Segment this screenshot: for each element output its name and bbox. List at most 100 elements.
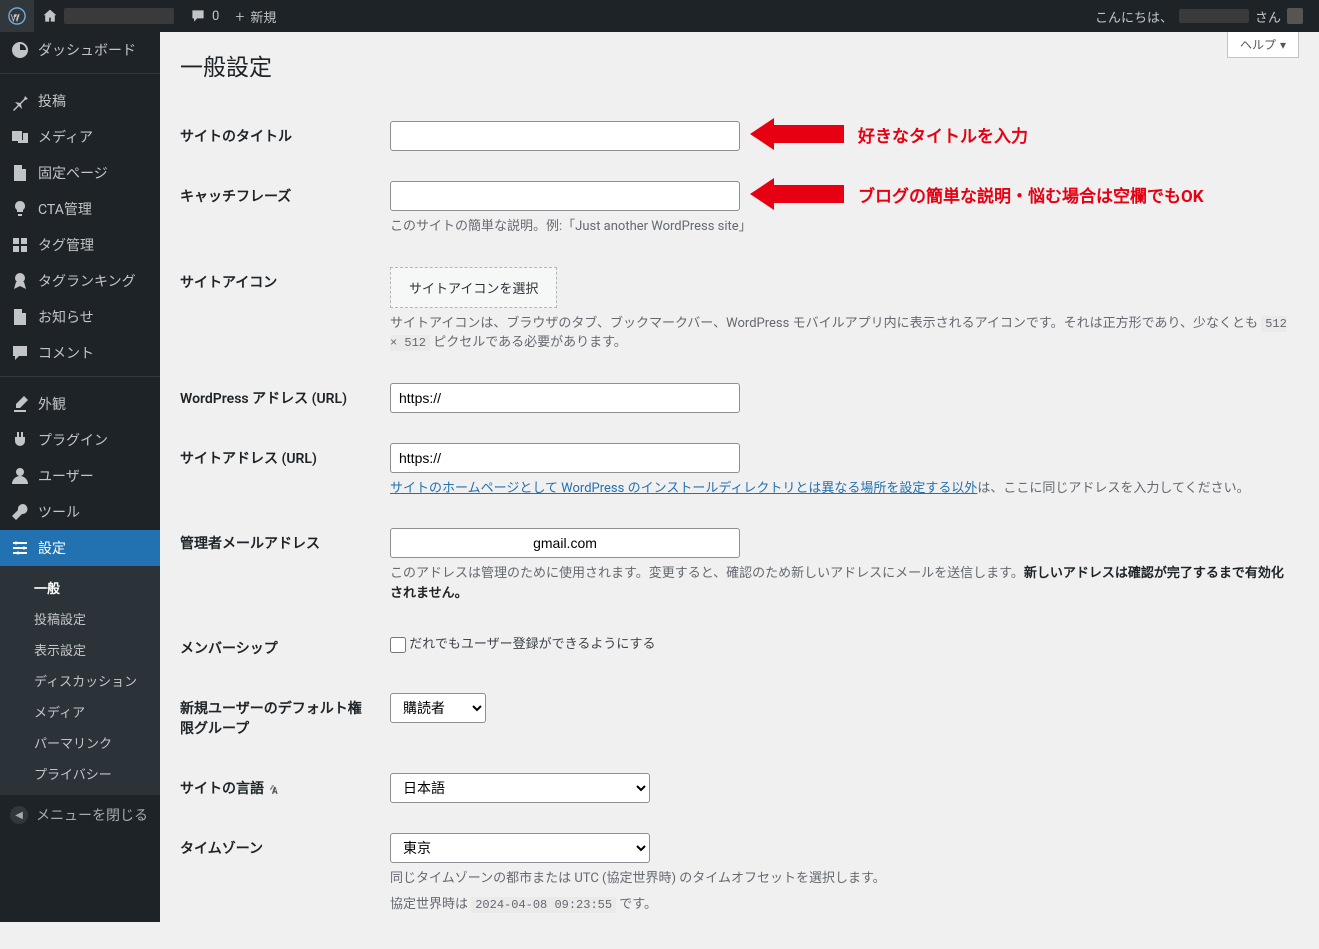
admin-sidebar: ダッシュボード投稿メディア固定ページCTA管理タグ管理タグランキングお知らせコメ… [0, 32, 160, 922]
chevron-down-icon: ▾ [1280, 38, 1286, 52]
timezone-utc: 協定世界時は 2024-04-08 09:23:55 です。 [390, 895, 1289, 915]
media-icon [10, 127, 30, 147]
sidebar-item-label: 固定ページ [38, 163, 108, 183]
comment-icon [190, 8, 206, 24]
collapse-icon: ◀ [10, 806, 28, 824]
new-label: 新規 [250, 7, 276, 26]
select-site-icon-button[interactable]: サイトアイコンを選択 [390, 267, 557, 308]
sidebar-item-3[interactable]: メディア [0, 119, 160, 155]
submenu-item[interactable]: ディスカッション [0, 665, 160, 696]
user-account-link[interactable]: こんにちは、 さん [1087, 0, 1311, 32]
page-icon [10, 163, 30, 183]
site-title-input[interactable] [390, 121, 740, 151]
default-role-label: 新規ユーザーのデフォルト権限グループ [180, 678, 380, 758]
help-label: ヘルプ [1240, 36, 1276, 53]
membership-label: メンバーシップ [180, 618, 380, 678]
page-title: 一般設定 [180, 48, 1299, 82]
wp-logo-menu[interactable] [0, 0, 34, 32]
brush-icon [10, 394, 30, 414]
site-title-label: サイトのタイトル [180, 106, 380, 166]
menu-separator [0, 376, 160, 381]
sidebar-item-6[interactable]: タグ管理 [0, 227, 160, 263]
wordpress-icon [8, 7, 26, 25]
timezone-select[interactable]: 東京 [390, 833, 650, 863]
tagline-description: このサイトの簡単な説明。例:「Just another WordPress si… [390, 217, 1289, 237]
site-icon-description: サイトアイコンは、ブラウザのタブ、ブックマークバー、WordPress モバイル… [390, 314, 1289, 353]
page-icon [10, 307, 30, 327]
settings-submenu: 一般投稿設定表示設定ディスカッションメディアパーマリンクプライバシー [0, 566, 160, 795]
sidebar-item-label: CTA管理 [38, 199, 92, 219]
sidebar-item-13[interactable]: ユーザー [0, 458, 160, 494]
timezone-description: 同じタイムゾーンの都市または UTC (協定世界時) のタイムオフセットを選択し… [390, 869, 1289, 889]
membership-checkbox-label: だれでもユーザー登録ができるようにする [409, 637, 655, 652]
membership-option[interactable]: だれでもユーザー登録ができるようにする [390, 637, 655, 652]
sidebar-item-label: メディア [38, 127, 93, 147]
sidebar-item-label: 設定 [38, 538, 66, 558]
comments-link[interactable]: 0 [182, 0, 227, 32]
new-content-link[interactable]: + 新規 [227, 0, 284, 32]
sidebar-item-5[interactable]: CTA管理 [0, 191, 160, 227]
admin-email-label: 管理者メールアドレス [180, 513, 380, 618]
sidebar-item-12[interactable]: プラグイン [0, 422, 160, 458]
submenu-item[interactable]: 一般 [0, 572, 160, 603]
sidebar-item-7[interactable]: タグランキング [0, 263, 160, 299]
sidebar-item-14[interactable]: ツール [0, 494, 160, 530]
tagline-label: キャッチフレーズ [180, 166, 380, 252]
grid-icon [10, 235, 30, 255]
admin-email-input[interactable] [390, 528, 740, 558]
avatar [1287, 8, 1303, 24]
admin-email-description: このアドレスは管理のために使用されます。変更すると、確認のため新しいアドレスにメ… [390, 564, 1289, 603]
sidebar-item-label: タグランキング [38, 271, 136, 291]
plug-icon [10, 430, 30, 450]
help-tab[interactable]: ヘルプ ▾ [1227, 32, 1299, 58]
plus-icon: + [235, 7, 244, 26]
pin-icon [10, 91, 30, 111]
sidebar-item-2[interactable]: 投稿 [0, 83, 160, 119]
bulb-icon [10, 199, 30, 219]
sidebar-item-label: 外観 [38, 394, 66, 414]
collapse-menu-button[interactable]: ◀ メニューを閉じる [0, 795, 160, 835]
sidebar-item-label: タグ管理 [38, 235, 94, 255]
wp-url-label: WordPress アドレス (URL) [180, 368, 380, 428]
tagline-input[interactable] [390, 181, 740, 211]
site-icon-label: サイトアイコン [180, 252, 380, 368]
annotation-title: 好きなタイトルを入力 [750, 118, 1028, 150]
user-name-redacted [1179, 9, 1249, 23]
submenu-item[interactable]: メディア [0, 696, 160, 727]
menu-separator [0, 73, 160, 78]
sidebar-item-9[interactable]: コメント [0, 335, 160, 371]
sidebar-item-label: お知らせ [38, 307, 94, 327]
language-select[interactable]: 日本語 [390, 773, 650, 803]
translate-icon [267, 782, 281, 796]
sidebar-item-11[interactable]: 外観 [0, 386, 160, 422]
sidebar-item-8[interactable]: お知らせ [0, 299, 160, 335]
submenu-item[interactable]: 投稿設定 [0, 603, 160, 634]
timezone-label: タイムゾーン [180, 818, 380, 929]
site-url-help-link[interactable]: サイトのホームページとして WordPress のインストールディレクトリとは異… [390, 481, 977, 496]
comment-count: 0 [212, 9, 219, 24]
annotation-title-text: 好きなタイトルを入力 [858, 122, 1028, 147]
sidebar-item-label: ダッシュボード [38, 40, 136, 60]
greeting-prefix: こんにちは、 [1095, 7, 1173, 26]
wp-url-input[interactable] [390, 383, 740, 413]
submenu-item[interactable]: プライバシー [0, 758, 160, 789]
annotation-tagline: ブログの簡単な説明・悩む場合は空欄でもOK [750, 178, 1204, 210]
sidebar-item-label: コメント [38, 343, 94, 363]
site-name-redacted [64, 8, 174, 24]
settings-general-page: ヘルプ ▾ 一般設定 サイトのタイトル 好きなタイトルを入力 キャッチフレーズ … [160, 0, 1319, 949]
default-role-select[interactable]: 購読者 [390, 693, 486, 723]
site-url-input[interactable] [390, 443, 740, 473]
submenu-item[interactable]: パーマリンク [0, 727, 160, 758]
sidebar-item-4[interactable]: 固定ページ [0, 155, 160, 191]
submenu-item[interactable]: 表示設定 [0, 634, 160, 665]
sidebar-item-0[interactable]: ダッシュボード [0, 32, 160, 68]
sidebar-item-15[interactable]: 設定 [0, 530, 160, 566]
site-url-description: サイトのホームページとして WordPress のインストールディレクトリとは異… [390, 479, 1289, 499]
language-label: サイトの言語 [180, 758, 380, 818]
dashboard-icon [10, 40, 30, 60]
site-home-link[interactable] [34, 0, 182, 32]
user-icon [10, 466, 30, 486]
sidebar-item-label: プラグイン [38, 430, 108, 450]
membership-checkbox[interactable] [390, 637, 406, 653]
admin-bar: 0 + 新規 こんにちは、 さん [0, 0, 1319, 32]
